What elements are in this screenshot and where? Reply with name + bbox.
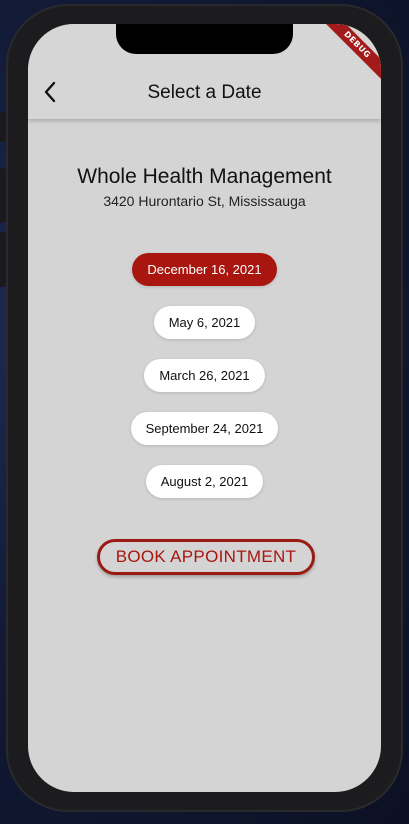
page-title: Select a Date	[147, 82, 262, 103]
date-option[interactable]: August 2, 2021	[145, 465, 264, 498]
date-option[interactable]: September 24, 2021	[130, 412, 279, 445]
clinic-name: Whole Health Management	[77, 165, 332, 188]
phone-frame: DEBUG Select a Date Whole Health Managem…	[6, 4, 403, 812]
date-list: December 16, 2021 May 6, 2021 March 26, …	[28, 253, 381, 518]
clinic-address: 3420 Hurontario St, Mississauga	[103, 193, 306, 209]
book-appointment-button[interactable]: BOOK APPOINTMENT	[97, 539, 315, 575]
date-option-selected[interactable]: December 16, 2021	[132, 253, 277, 286]
app-screen: DEBUG Select a Date Whole Health Managem…	[28, 24, 381, 792]
device-notch	[116, 24, 293, 54]
date-option[interactable]: March 26, 2021	[144, 359, 265, 392]
date-option[interactable]: May 6, 2021	[153, 306, 256, 339]
